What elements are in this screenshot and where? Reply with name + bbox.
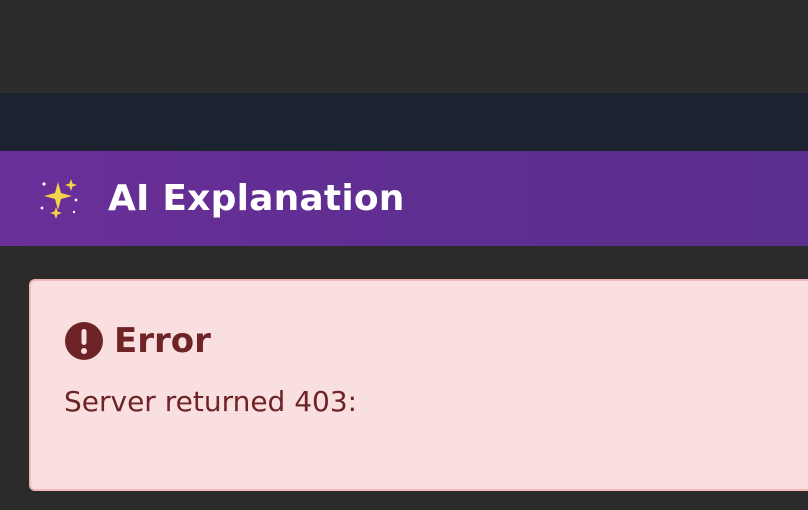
panel-title: AI Explanation xyxy=(108,178,405,219)
top-bar xyxy=(0,0,808,93)
panel-content: Error Server returned 403: xyxy=(0,246,808,510)
error-title: Error xyxy=(114,321,211,361)
error-message: Server returned 403: xyxy=(64,385,358,418)
nav-strip xyxy=(0,93,808,151)
sparkles-icon xyxy=(36,176,82,222)
error-alert: Error Server returned 403: xyxy=(29,279,808,491)
exclamation-circle-icon xyxy=(64,321,104,361)
panel-header: AI Explanation xyxy=(0,151,808,246)
error-heading: Error xyxy=(64,321,211,361)
